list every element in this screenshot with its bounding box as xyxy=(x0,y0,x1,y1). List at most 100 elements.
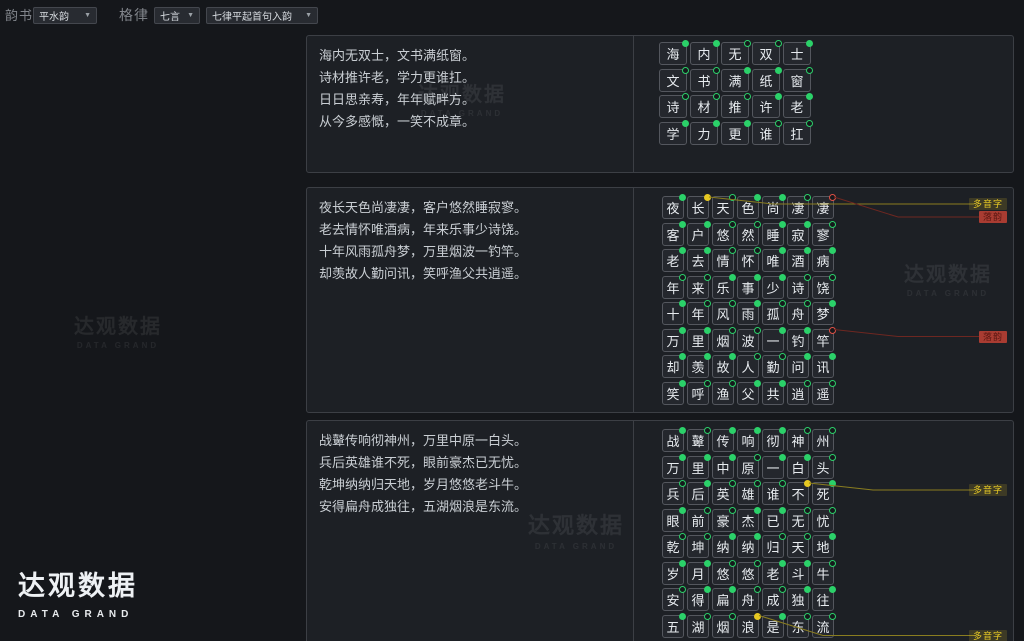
char-cell[interactable]: 海 xyxy=(659,42,687,65)
char-cell[interactable]: 寂 xyxy=(787,223,809,246)
char-cell[interactable]: 扛 xyxy=(783,122,811,145)
char-cell[interactable]: 纳 xyxy=(712,535,734,558)
char-cell[interactable]: 文 xyxy=(659,69,687,92)
char-cell[interactable]: 白 xyxy=(787,456,809,479)
char-cell[interactable]: 谁 xyxy=(762,482,784,505)
char-cell[interactable]: 遥 xyxy=(812,382,834,405)
char-cell[interactable]: 学 xyxy=(659,122,687,145)
char-cell[interactable]: 事 xyxy=(737,276,759,299)
char-cell[interactable]: 彻 xyxy=(762,429,784,452)
char-cell[interactable]: 勤 xyxy=(762,355,784,378)
char-cell[interactable]: 归 xyxy=(762,535,784,558)
char-cell[interactable]: 悠 xyxy=(712,562,734,585)
char-cell[interactable]: 孤 xyxy=(762,302,784,325)
char-cell[interactable]: 烟 xyxy=(712,615,734,638)
char-cell[interactable]: 浪 xyxy=(737,615,759,638)
char-cell[interactable]: 老 xyxy=(662,249,684,272)
char-cell[interactable]: 眼 xyxy=(662,509,684,532)
char-cell[interactable]: 色 xyxy=(737,196,759,219)
char-cell[interactable]: 内 xyxy=(690,42,718,65)
char-cell[interactable]: 呼 xyxy=(687,382,709,405)
char-cell[interactable]: 却 xyxy=(662,355,684,378)
char-cell[interactable]: 纳 xyxy=(737,535,759,558)
char-cell[interactable]: 窗 xyxy=(783,69,811,92)
char-cell[interactable]: 万 xyxy=(662,456,684,479)
char-cell[interactable]: 前 xyxy=(687,509,709,532)
char-cell[interactable]: 十 xyxy=(662,302,684,325)
char-cell[interactable]: 然 xyxy=(737,223,759,246)
char-cell[interactable]: 老 xyxy=(783,95,811,118)
char-cell[interactable]: 尚 xyxy=(762,196,784,219)
char-cell[interactable]: 头 xyxy=(812,456,834,479)
char-cell[interactable]: 英 xyxy=(712,482,734,505)
char-cell[interactable]: 已 xyxy=(762,509,784,532)
char-cell[interactable]: 一 xyxy=(762,456,784,479)
char-cell[interactable]: 逍 xyxy=(787,382,809,405)
char-cell[interactable]: 诗 xyxy=(787,276,809,299)
char-cell[interactable]: 是 xyxy=(762,615,784,638)
char-cell[interactable]: 户 xyxy=(687,223,709,246)
char-cell[interactable]: 不 xyxy=(787,482,809,505)
char-cell[interactable]: 豪 xyxy=(712,509,734,532)
char-cell[interactable]: 流 xyxy=(812,615,834,638)
char-cell[interactable]: 年 xyxy=(687,302,709,325)
char-cell[interactable]: 去 xyxy=(687,249,709,272)
char-cell[interactable]: 故 xyxy=(712,355,734,378)
char-cell[interactable]: 病 xyxy=(812,249,834,272)
char-cell[interactable]: 响 xyxy=(737,429,759,452)
char-cell[interactable]: 睡 xyxy=(762,223,784,246)
char-cell[interactable]: 东 xyxy=(787,615,809,638)
char-cell[interactable]: 原 xyxy=(737,456,759,479)
char-cell[interactable]: 月 xyxy=(687,562,709,585)
char-cell[interactable]: 一 xyxy=(762,329,784,352)
char-cell[interactable]: 忧 xyxy=(812,509,834,532)
char-cell[interactable]: 得 xyxy=(687,588,709,611)
char-cell[interactable]: 寥 xyxy=(812,223,834,246)
char-cell[interactable]: 父 xyxy=(737,382,759,405)
char-cell[interactable]: 舟 xyxy=(787,302,809,325)
char-cell[interactable]: 无 xyxy=(787,509,809,532)
char-cell[interactable]: 中 xyxy=(712,456,734,479)
char-cell[interactable]: 饶 xyxy=(812,276,834,299)
char-cell[interactable]: 里 xyxy=(687,329,709,352)
char-cell[interactable]: 往 xyxy=(812,588,834,611)
char-cell[interactable]: 州 xyxy=(812,429,834,452)
char-cell[interactable]: 雄 xyxy=(737,482,759,505)
char-cell[interactable]: 地 xyxy=(812,535,834,558)
char-cell[interactable]: 诗 xyxy=(659,95,687,118)
char-cell[interactable]: 梦 xyxy=(812,302,834,325)
char-cell[interactable]: 后 xyxy=(687,482,709,505)
char-cell[interactable]: 鼙 xyxy=(687,429,709,452)
char-cell[interactable]: 五 xyxy=(662,615,684,638)
char-cell[interactable]: 安 xyxy=(662,588,684,611)
char-cell[interactable]: 成 xyxy=(762,588,784,611)
char-cell[interactable]: 舟 xyxy=(737,588,759,611)
char-cell[interactable]: 钓 xyxy=(787,329,809,352)
char-cell[interactable]: 讯 xyxy=(812,355,834,378)
char-cell[interactable]: 岁 xyxy=(662,562,684,585)
char-cell[interactable]: 双 xyxy=(752,42,780,65)
char-cell[interactable]: 少 xyxy=(762,276,784,299)
char-cell[interactable]: 人 xyxy=(737,355,759,378)
char-cell[interactable]: 里 xyxy=(687,456,709,479)
char-cell[interactable]: 力 xyxy=(690,122,718,145)
char-cell[interactable]: 长 xyxy=(687,196,709,219)
char-cell[interactable]: 竿 xyxy=(812,329,834,352)
meter-pattern-select[interactable]: 七律平起首句入韵 ▼ xyxy=(206,7,318,24)
char-cell[interactable]: 战 xyxy=(662,429,684,452)
char-cell[interactable]: 无 xyxy=(721,42,749,65)
char-cell[interactable]: 乾 xyxy=(662,535,684,558)
char-cell[interactable]: 笑 xyxy=(662,382,684,405)
char-cell[interactable]: 老 xyxy=(762,562,784,585)
char-cell[interactable]: 神 xyxy=(787,429,809,452)
char-cell[interactable]: 羡 xyxy=(687,355,709,378)
char-cell[interactable]: 波 xyxy=(737,329,759,352)
char-cell[interactable]: 更 xyxy=(721,122,749,145)
char-cell[interactable]: 乐 xyxy=(712,276,734,299)
char-cell[interactable]: 牛 xyxy=(812,562,834,585)
char-cell[interactable]: 满 xyxy=(721,69,749,92)
char-cell[interactable]: 扁 xyxy=(712,588,734,611)
char-cell[interactable]: 死 xyxy=(812,482,834,505)
char-cell[interactable]: 夜 xyxy=(662,196,684,219)
char-cell[interactable]: 斗 xyxy=(787,562,809,585)
